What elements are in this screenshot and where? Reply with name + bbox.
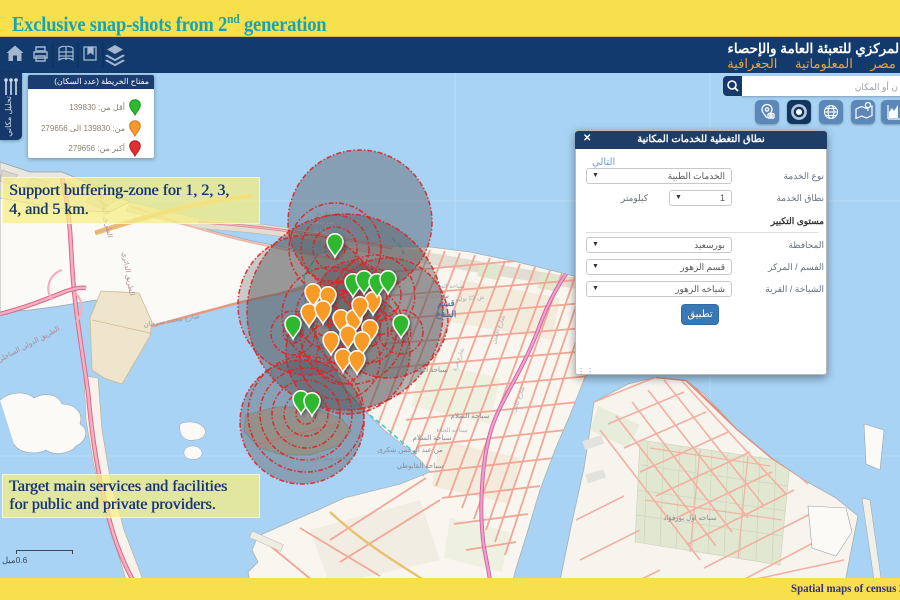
svg-text:بورسعيد: بورسعيد bbox=[310, 219, 334, 226]
svg-text:سباحة القابوطي: سباحة القابوطي bbox=[397, 462, 444, 470]
svg-text:دمياط: دمياط bbox=[313, 227, 331, 235]
svg-text:سباحه الجلاء: سباحه الجلاء bbox=[436, 427, 467, 434]
svg-text:سباحة مبر الإس: سباحة مبر الإس bbox=[307, 454, 353, 462]
svg-text:سباحة البلد: سباحة البلد bbox=[416, 366, 448, 374]
svg-text:من عبد الرحمن شكرى: من عبد الرحمن شكرى bbox=[377, 446, 443, 454]
svg-text:سباحه الصباح: سباحه الصباح bbox=[431, 283, 464, 290]
svg-text:سباحه اول بورفؤاد: سباحه اول بورفؤاد bbox=[663, 514, 717, 522]
svg-text:المناخ: المناخ bbox=[436, 309, 457, 320]
svg-text:قسم: قسم bbox=[437, 298, 454, 309]
svg-text:طريق: طريق bbox=[313, 209, 331, 217]
svg-text:سباحة السلام: سباحة السلام bbox=[451, 412, 490, 420]
svg-text:سباحة السلام: سباحة السلام bbox=[413, 434, 452, 442]
